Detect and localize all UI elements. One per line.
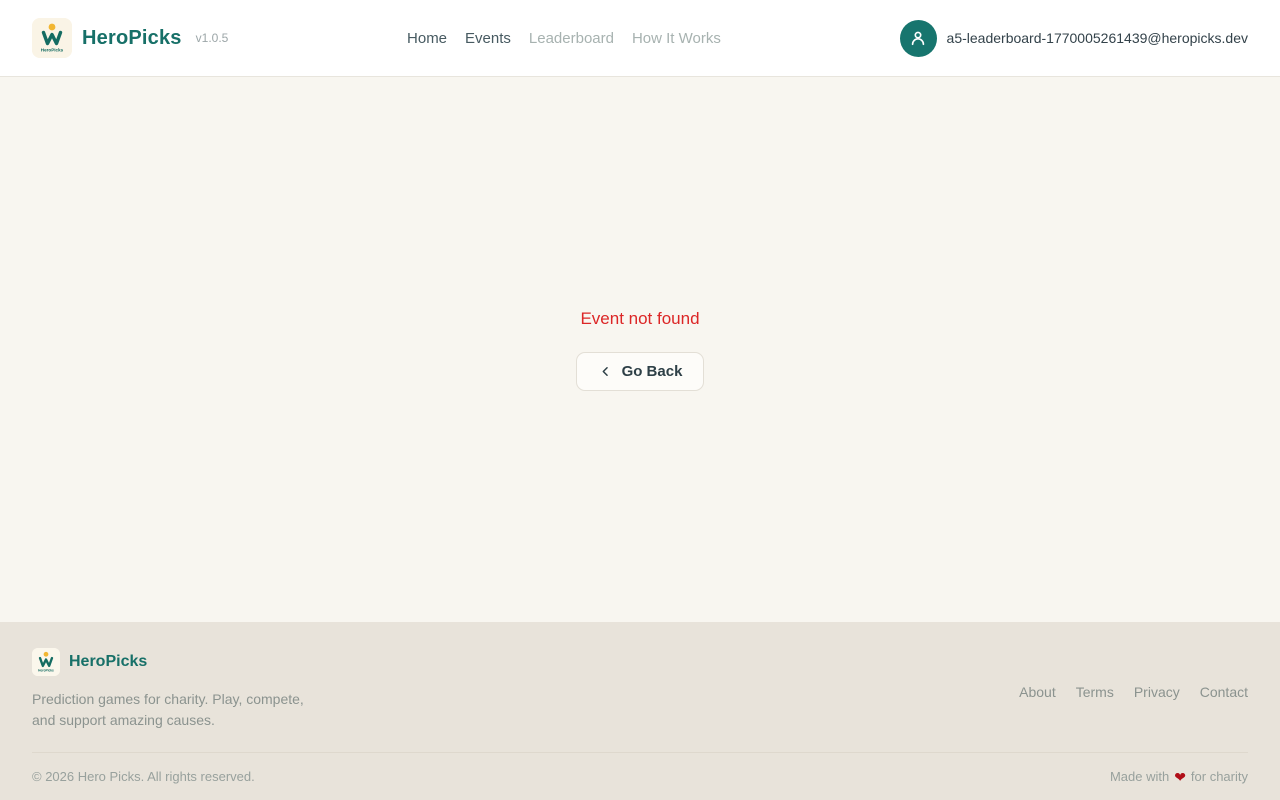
footer-links: About Terms Privacy Contact (1019, 684, 1248, 700)
made-with-prefix: Made with (1110, 769, 1169, 784)
person-icon (908, 28, 928, 48)
main-content: Event not found Go Back (0, 77, 1280, 622)
user-avatar (900, 20, 937, 57)
made-with-suffix: for charity (1191, 769, 1248, 784)
nav-link-home[interactable]: Home (407, 30, 447, 47)
nav-link-events[interactable]: Events (465, 30, 511, 47)
heart-icon: ❤ (1174, 770, 1186, 784)
error-message: Event not found (580, 309, 699, 329)
footer: HeroPicks HeroPicks Prediction games for… (0, 622, 1280, 800)
heropicks-logo-icon: HeroPicks (32, 18, 72, 58)
go-back-label: Go Back (622, 363, 683, 380)
svg-text:HeroPicks: HeroPicks (38, 668, 54, 672)
brand-title: HeroPicks (82, 27, 182, 50)
nav-link-leaderboard[interactable]: Leaderboard (529, 30, 614, 47)
svg-text:HeroPicks: HeroPicks (41, 48, 64, 53)
copyright-text: © 2026 Hero Picks. All rights reserved. (32, 769, 255, 784)
go-back-button[interactable]: Go Back (576, 352, 705, 391)
footer-link-privacy[interactable]: Privacy (1134, 684, 1180, 700)
footer-brand-title: HeroPicks (69, 653, 147, 671)
user-email: a5-leaderboard-1770005261439@heropicks.d… (947, 30, 1248, 46)
brand-group[interactable]: HeroPicks HeroPicks v1.0.5 (32, 18, 228, 58)
footer-link-about[interactable]: About (1019, 684, 1056, 700)
brand-version: v1.0.5 (196, 31, 229, 45)
footer-link-contact[interactable]: Contact (1200, 684, 1248, 700)
main-nav: Home Events Leaderboard How It Works (407, 30, 721, 47)
footer-link-terms[interactable]: Terms (1076, 684, 1114, 700)
made-with-charity: Made with ❤ for charity (1110, 769, 1248, 784)
chevron-left-icon (598, 364, 613, 379)
header: HeroPicks HeroPicks v1.0.5 Home Events L… (0, 0, 1280, 77)
footer-tagline: Prediction games for charity. Play, comp… (32, 689, 322, 731)
footer-heropicks-logo-icon: HeroPicks (32, 648, 60, 676)
user-account[interactable]: a5-leaderboard-1770005261439@heropicks.d… (900, 20, 1248, 57)
nav-link-how-it-works[interactable]: How It Works (632, 30, 721, 47)
footer-brand-block: HeroPicks HeroPicks Prediction games for… (32, 648, 322, 731)
